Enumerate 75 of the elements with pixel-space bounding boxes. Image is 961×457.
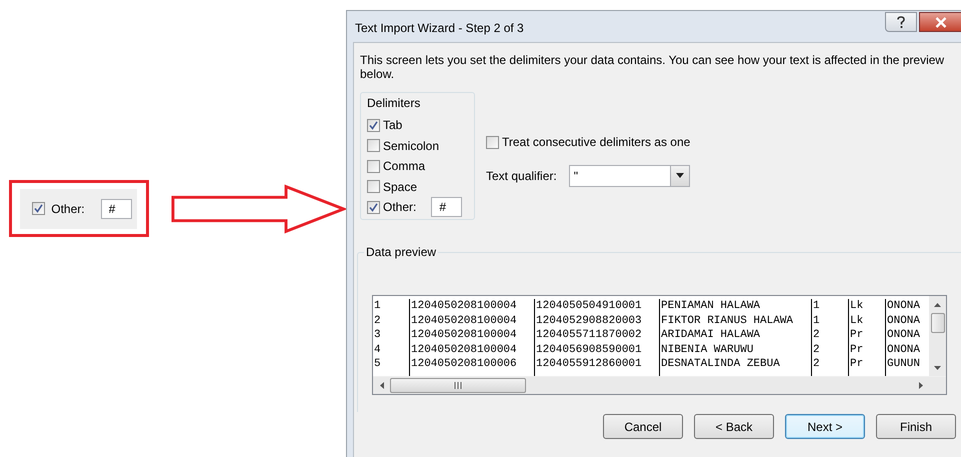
table-cell-text: 3 bbox=[373, 328, 382, 343]
table-cell-text: 1 bbox=[812, 299, 821, 314]
table-cell-text: 1 bbox=[812, 314, 821, 328]
other-input[interactable]: # bbox=[431, 197, 462, 218]
checkbox-label: Tab bbox=[383, 118, 402, 132]
table-cell-text: ONONA bbox=[886, 314, 922, 328]
table-cell-text: 1204050208100004 bbox=[410, 314, 518, 328]
window-title: Text Import Wizard - Step 2 of 3 bbox=[355, 21, 525, 35]
table-cell-text: NIBENIA WARUWU bbox=[660, 342, 754, 358]
preview-title: Data preview bbox=[364, 245, 438, 259]
right-arrow-icon[interactable] bbox=[918, 382, 922, 389]
table-cell-text: Pr bbox=[849, 357, 864, 372]
arrow-icon bbox=[170, 184, 346, 234]
table-cell-text: ONONA bbox=[886, 299, 922, 314]
table-cell-text: 2 bbox=[373, 314, 382, 328]
group-title: Delimiters bbox=[367, 96, 422, 110]
table-cell-text: 1204050504910001 bbox=[535, 299, 643, 314]
other-label: Other: bbox=[51, 202, 85, 216]
down-arrow-icon[interactable] bbox=[934, 366, 941, 370]
table-cell-text: Lk bbox=[849, 314, 864, 328]
table-cell-text: 2 bbox=[812, 342, 821, 358]
table-cell-text: 2 bbox=[812, 328, 821, 343]
qualifier-dropdown[interactable]: " bbox=[568, 164, 690, 186]
checkbox[interactable] bbox=[367, 160, 380, 173]
table-cell-text: Lk bbox=[849, 299, 864, 314]
checkbox-label: Semicolon bbox=[383, 138, 440, 153]
checkbox[interactable] bbox=[367, 139, 380, 152]
dropdown-arrow-icon bbox=[676, 173, 684, 178]
table-cell-text: ONONA bbox=[886, 328, 922, 343]
table-cell-text: 1204055912860001 bbox=[535, 357, 643, 372]
table-cell-text: 2 bbox=[812, 357, 821, 372]
grip-icon bbox=[454, 382, 462, 389]
table-cell-text: DESNATALINDA ZEBUA bbox=[660, 357, 781, 372]
horizontal-scrollbar[interactable] bbox=[373, 376, 946, 394]
checkbox-label: Treat consecutive delimiters as one bbox=[502, 135, 690, 150]
table-cell-text: 1 bbox=[373, 299, 382, 314]
checkbox[interactable] bbox=[367, 200, 380, 214]
table-cell-text: PENIAMAN HALAWA bbox=[660, 299, 762, 314]
checkbox-label: Comma bbox=[383, 159, 426, 174]
question-icon bbox=[896, 16, 906, 28]
checkbox[interactable] bbox=[32, 202, 46, 215]
table-cell-text: ONONA bbox=[886, 342, 922, 358]
table-cell-text: 1204050208100004 bbox=[410, 342, 518, 358]
table-cell-text: FIKTOR RIANUS HALAWA bbox=[660, 314, 794, 328]
dialog-button[interactable]: Cancel bbox=[603, 414, 683, 439]
close-button[interactable] bbox=[919, 12, 961, 32]
table-cell-text: 1204055711870002 bbox=[535, 328, 643, 343]
table-cell-text: 1204050208100004 bbox=[410, 328, 518, 343]
checkbox[interactable] bbox=[367, 180, 380, 194]
table-cell-text: Pr bbox=[849, 342, 864, 358]
table-cell-text: 1204056908590001 bbox=[535, 342, 643, 358]
scroll-thumb[interactable] bbox=[930, 313, 944, 333]
table-cell-text: GUNUN bbox=[886, 357, 922, 372]
dialog-button[interactable]: Next > bbox=[785, 414, 865, 439]
qualifier-label: Text qualifier: bbox=[486, 168, 557, 182]
table-cell-text: 5 bbox=[373, 357, 382, 372]
dialog-button[interactable]: Finish bbox=[876, 414, 956, 439]
help-button[interactable] bbox=[885, 12, 917, 32]
table-cell-text: 1204050208100004 bbox=[410, 299, 518, 314]
dialog-button[interactable]: < Back bbox=[694, 414, 774, 439]
table-cell-text: ARIDAMAI HALAWA bbox=[660, 328, 762, 343]
table-cell-text: 1204050208100006 bbox=[410, 357, 518, 372]
table-cell-text: 1204052908820003 bbox=[535, 314, 643, 328]
close-icon bbox=[934, 16, 946, 28]
checkbox-label: Space bbox=[383, 180, 418, 194]
left-arrow-icon[interactable] bbox=[380, 382, 384, 389]
vertical-scrollbar[interactable] bbox=[929, 296, 946, 376]
table-cell-text: 4 bbox=[373, 342, 382, 358]
up-arrow-icon[interactable] bbox=[934, 302, 941, 306]
description-text: This screen lets you set the delimiters your data contains. You can see how your text is affected in the preview below. bbox=[360, 53, 946, 81]
other-input[interactable]: # bbox=[100, 198, 132, 218]
table-cell-text: Pr bbox=[849, 328, 864, 343]
checkbox[interactable] bbox=[367, 118, 380, 132]
checkbox[interactable] bbox=[486, 136, 499, 149]
checkbox-label: Other: bbox=[383, 200, 416, 214]
